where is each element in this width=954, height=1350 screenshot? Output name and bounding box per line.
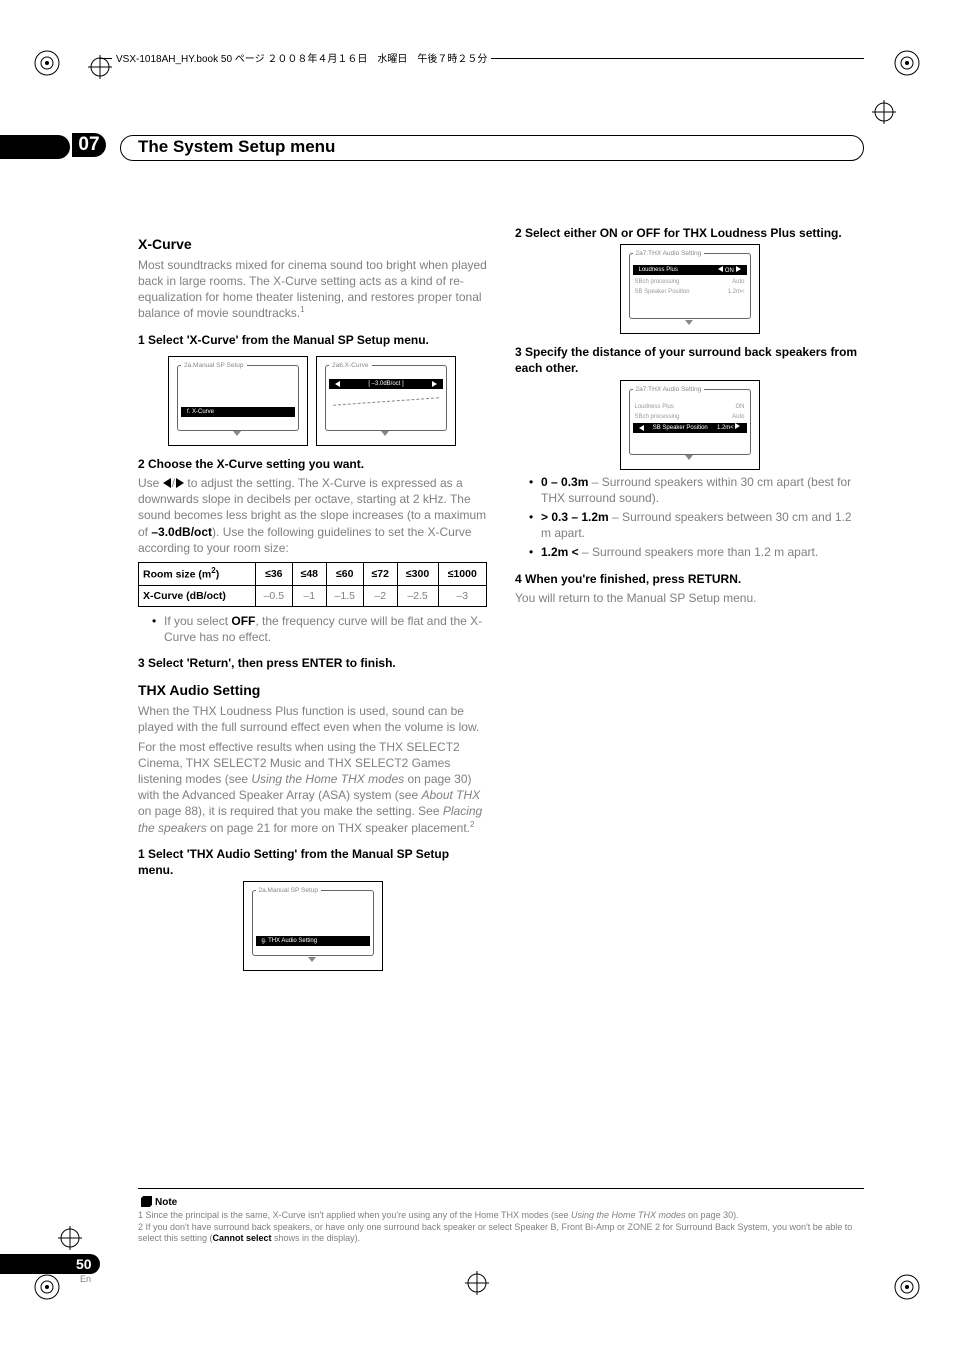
section-thx-title: THX Audio Setting (138, 681, 487, 700)
table-cell: –2.5 (397, 585, 438, 606)
table-col: ≤1000 (438, 562, 486, 585)
osd-row-xcurve: 2a.Manual SP Setup f. X-Curve 2a6.X-Curv… (168, 356, 487, 446)
arrow-right-icon (176, 478, 184, 488)
note-2: 2 If you don't have surround back speake… (138, 1222, 864, 1245)
thx-para1: When the THX Loudness Plus function is u… (138, 703, 487, 735)
step-2-xcurve-para: Use / to adjust the setting. The X-Curve… (138, 475, 487, 556)
chapter-header: 07 The System Setup menu (0, 135, 864, 163)
crop-mark-icon (58, 1226, 82, 1250)
step-4-thx: 4 When you're finished, press RETURN. (515, 571, 864, 587)
osd-xcurve-value: 2a6.X-Curve [ –3.0dB/oct ] (316, 356, 456, 446)
step-2-xcurve: 2 Choose the X-Curve setting you want. (138, 456, 487, 472)
osd-manual-sp-setup: 2a.Manual SP Setup f. X-Curve (168, 356, 308, 446)
step-3-xcurve: 3 Select 'Return', then press ENTER to f… (138, 655, 487, 671)
table-col: ≤48 (293, 562, 327, 585)
list-item: 1.2m < – Surround speakers more than 1.2… (529, 544, 864, 560)
thx-para2: For the most effective results when usin… (138, 739, 487, 836)
reg-mark-icon (32, 48, 62, 78)
right-column: 2 Select either ON or OFF for THX Loudne… (515, 225, 864, 1150)
table-col: ≤300 (397, 562, 438, 585)
step-1-thx: 1 Select 'THX Audio Setting' from the Ma… (138, 846, 487, 878)
notes-section: Note 1 Since the principal is the same, … (138, 1188, 864, 1245)
table-cell: –3 (438, 585, 486, 606)
table-col: ≤36 (255, 562, 292, 585)
osd-thx-loudness: 2a7.THX Audio Setting Loudness Plus ON S… (620, 244, 760, 334)
list-item: 0 – 0.3m – Surround speakers within 30 c… (529, 474, 864, 506)
arrow-left-icon (163, 478, 171, 488)
step-4-thx-para: You will return to the Manual SP Setup m… (515, 590, 864, 606)
table-cell: –2 (363, 585, 397, 606)
crop-mark-icon (465, 1271, 489, 1295)
table-cell: –1 (293, 585, 327, 606)
table-header-roomsize: Room size (m2) (139, 562, 256, 585)
chapter-title: The System Setup menu (138, 137, 345, 157)
step-2-thx: 2 Select either ON or OFF for THX Loudne… (515, 225, 864, 241)
bullet-off: If you select OFF, the frequency curve w… (152, 613, 487, 645)
note-label: Note (138, 1195, 180, 1209)
left-column: X-Curve Most soundtracks mixed for cinem… (138, 225, 487, 1150)
table-col: ≤60 (326, 562, 363, 585)
table-cell: –0.5 (255, 585, 292, 606)
osd-sb-position: 2a7.THX Audio Setting Loudness PlusON SB… (620, 380, 760, 470)
note-1: 1 Since the principal is the same, X-Cur… (138, 1210, 864, 1222)
table-col: ≤72 (363, 562, 397, 585)
table-row-label: X-Curve (dB/oct) (139, 585, 256, 606)
page-lang: En (80, 1274, 91, 1284)
xcurve-table: Room size (m2) ≤36 ≤48 ≤60 ≤72 ≤300 ≤100… (138, 562, 487, 607)
page-number: 50 (76, 1254, 92, 1274)
section-xcurve-para: Most soundtracks mixed for cinema sound … (138, 257, 487, 322)
table-cell: –1.5 (326, 585, 363, 606)
page-number-block: 50 En (0, 1254, 110, 1280)
step-1-xcurve: 1 Select 'X-Curve' from the Manual SP Se… (138, 332, 487, 348)
chapter-number: 07 (72, 133, 106, 157)
crop-mark-icon (872, 100, 896, 124)
step-3-thx: 3 Specify the distance of your surround … (515, 344, 864, 376)
section-xcurve-title: X-Curve (138, 235, 487, 254)
reg-mark-icon (892, 48, 922, 78)
reg-mark-icon (892, 1272, 922, 1302)
list-item: > 0.3 – 1.2m – Surround speakers between… (529, 509, 864, 541)
book-header-text: VSX-1018AH_HY.book 50 ページ ２００８年４月１６日 水曜日… (112, 50, 491, 65)
osd-thx-audio-setting-menu: 2a.Manual SP Setup g. THX Audio Setting (243, 881, 383, 971)
sb-distance-bullets: 0 – 0.3m – Surround speakers within 30 c… (529, 474, 864, 561)
